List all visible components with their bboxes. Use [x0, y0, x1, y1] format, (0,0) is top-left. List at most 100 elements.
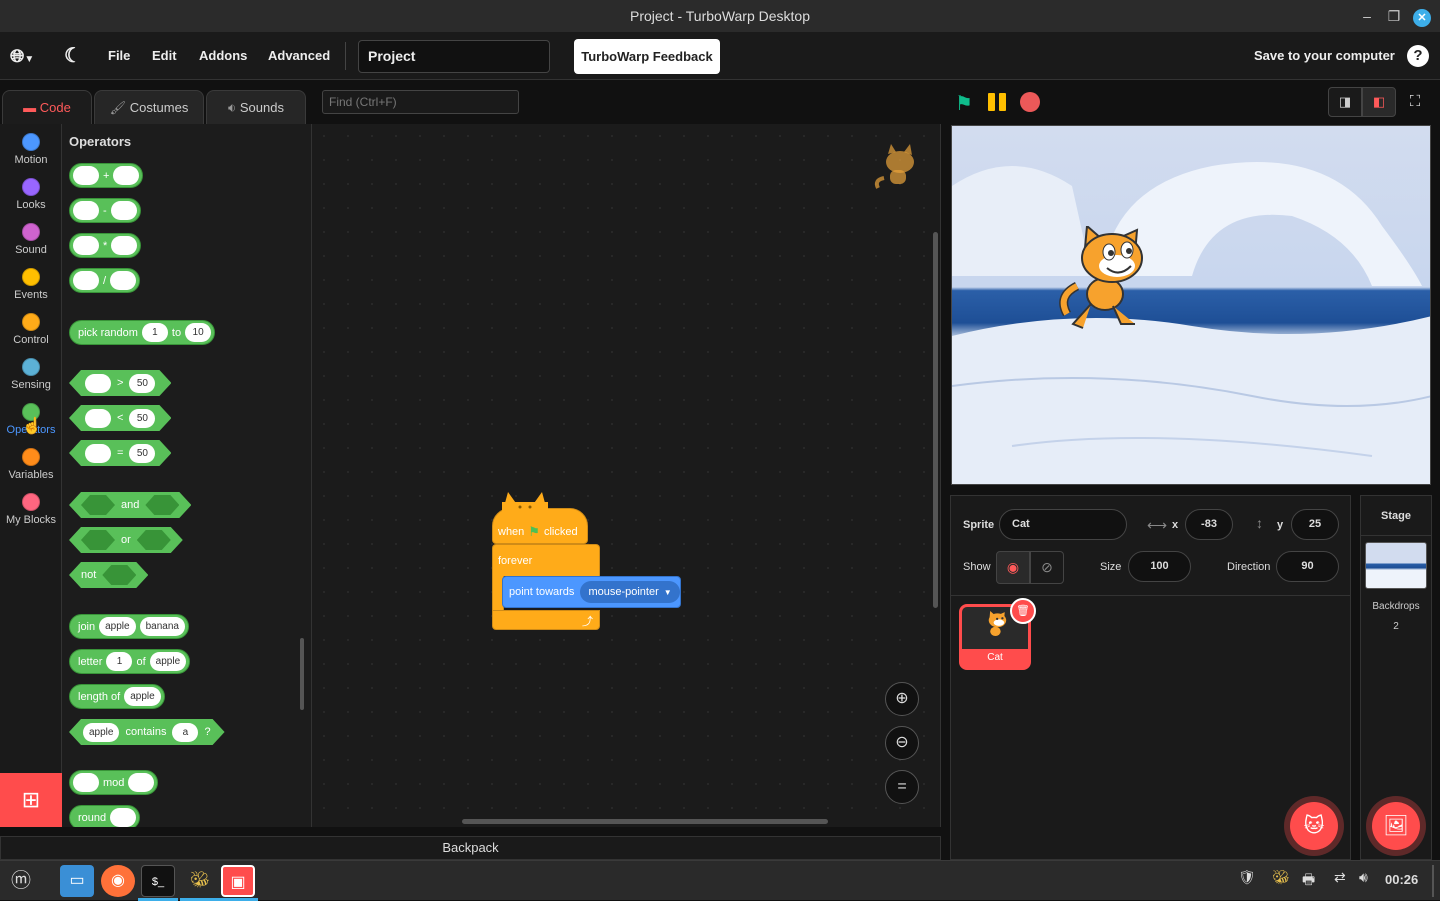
tab-code[interactable]: ▬ Code: [2, 90, 92, 128]
cat-app[interactable]: 🐝︎: [183, 865, 217, 897]
choose-backdrop-button[interactable]: 🖼︎: [1372, 802, 1420, 850]
add-extension-button[interactable]: ⊞: [0, 773, 62, 827]
slot[interactable]: banana: [139, 617, 185, 636]
slot[interactable]: 10: [185, 323, 212, 342]
category-control[interactable]: Control: [0, 304, 62, 349]
theme-toggle[interactable]: ☾: [64, 32, 82, 80]
slot[interactable]: 1: [141, 323, 168, 342]
slot[interactable]: [145, 495, 179, 515]
close-button[interactable]: ✕: [1408, 0, 1436, 32]
volume-icon[interactable]: 🔊︎: [1359, 869, 1368, 886]
slot[interactable]: [73, 271, 99, 290]
category-my-blocks[interactable]: My Blocks: [0, 484, 62, 529]
block-equals[interactable]: = 50: [69, 440, 171, 466]
tray-bee-icon[interactable]: 🐝︎: [1272, 869, 1290, 886]
slot[interactable]: [85, 409, 111, 428]
tab-costumes[interactable]: 🖌︎ Costumes: [94, 90, 204, 126]
slot[interactable]: [85, 374, 111, 393]
slot[interactable]: [137, 530, 171, 550]
menu-advanced[interactable]: Advanced: [268, 32, 330, 80]
menu-addons[interactable]: Addons: [199, 32, 247, 80]
slot[interactable]: [113, 166, 140, 185]
block-join[interactable]: join apple banana: [69, 614, 189, 639]
category-events[interactable]: Events: [0, 259, 62, 304]
block-add[interactable]: +: [69, 163, 144, 188]
block-or[interactable]: or: [69, 527, 183, 553]
y-input[interactable]: 25: [1291, 509, 1339, 540]
files-app[interactable]: ▭: [60, 865, 94, 897]
block-round[interactable]: round: [69, 805, 141, 827]
slot[interactable]: apple: [83, 723, 119, 742]
tab-sounds[interactable]: 🔉︎ Sounds: [206, 90, 306, 126]
slot[interactable]: [110, 808, 137, 827]
backpack-header[interactable]: Backpack: [0, 836, 941, 860]
zoom-out-button[interactable]: ⊖: [885, 726, 919, 760]
palette-scrollbar[interactable]: [300, 638, 304, 710]
language-menu[interactable]: 🌐︎▼: [10, 32, 34, 80]
slot[interactable]: [128, 773, 155, 792]
choose-sprite-button[interactable]: 🐱︎: [1290, 802, 1338, 850]
help-button[interactable]: ?: [1407, 45, 1429, 67]
slot[interactable]: [85, 444, 111, 463]
clock[interactable]: 00:26: [1385, 872, 1418, 887]
turbowarp-app[interactable]: ▣: [221, 865, 255, 897]
workspace-vertical-scrollbar[interactable]: [933, 232, 938, 608]
block-greater-than[interactable]: >50: [69, 370, 171, 396]
network-icon[interactable]: ⇄: [1334, 869, 1346, 886]
slot[interactable]: 50: [129, 409, 155, 428]
block-pick-random[interactable]: pick random 1 to 10: [69, 320, 216, 345]
printer-icon[interactable]: 🖶︎: [1302, 869, 1315, 893]
target-dropdown[interactable]: mouse-pointer ▼: [580, 581, 680, 603]
slot[interactable]: [73, 236, 99, 255]
category-looks[interactable]: Looks: [0, 169, 62, 214]
zoom-reset-button[interactable]: =: [885, 770, 919, 804]
slot[interactable]: [73, 201, 99, 220]
small-stage-button[interactable]: ◨: [1328, 87, 1362, 117]
slot[interactable]: [73, 166, 99, 185]
block-less-than[interactable]: <50: [69, 405, 171, 431]
size-input[interactable]: 100: [1128, 551, 1191, 582]
direction-input[interactable]: 90: [1276, 551, 1339, 582]
slot[interactable]: [111, 236, 138, 255]
block-and[interactable]: and: [69, 492, 191, 518]
slot[interactable]: [73, 773, 99, 792]
block-letter-of[interactable]: letter 1 of apple: [69, 649, 191, 674]
sprite-name-input[interactable]: Cat: [999, 509, 1127, 540]
category-motion[interactable]: Motion: [0, 124, 62, 169]
pause-icon[interactable]: [988, 93, 1008, 111]
maximize-icon[interactable]: ❐: [1380, 0, 1408, 32]
find-input[interactable]: Find (Ctrl+F): [322, 90, 519, 114]
stage-selector-pane[interactable]: Stage Backdrops 2 🖼︎: [1360, 495, 1432, 860]
normal-stage-button[interactable]: ◧: [1362, 87, 1396, 117]
code-workspace[interactable]: when ⚑ clicked forever ⤴ point towards m…: [312, 124, 941, 827]
menu-file[interactable]: File: [108, 32, 130, 80]
zoom-in-button[interactable]: ⊕: [885, 682, 919, 716]
terminal-app[interactable]: $_: [141, 865, 175, 897]
block-length-of[interactable]: length of apple: [69, 684, 165, 709]
slot[interactable]: [81, 530, 115, 550]
green-flag-icon[interactable]: ⚑: [955, 91, 973, 116]
show-desktop-button[interactable]: [1432, 865, 1434, 897]
block-subtract[interactable]: -: [69, 198, 141, 223]
category-sensing[interactable]: Sensing: [0, 349, 62, 394]
block-divide[interactable]: /: [69, 268, 141, 293]
minimize-icon[interactable]: –: [1353, 0, 1381, 32]
project-title-input[interactable]: Project: [358, 40, 550, 73]
slot[interactable]: 50: [129, 374, 155, 393]
slot[interactable]: apple: [124, 687, 161, 706]
start-menu-button[interactable]: ⓜ: [4, 865, 38, 897]
block-mod[interactable]: mod: [69, 770, 159, 795]
slot[interactable]: 1: [106, 652, 133, 671]
stage-canvas[interactable]: [951, 125, 1431, 485]
show-sprite-button[interactable]: ◉: [996, 551, 1030, 584]
x-input[interactable]: -83: [1185, 509, 1233, 540]
slot[interactable]: [110, 201, 137, 220]
slot[interactable]: [81, 495, 115, 515]
cat-sprite[interactable]: [1057, 226, 1157, 336]
slot[interactable]: [102, 565, 136, 585]
slot[interactable]: a: [172, 723, 198, 742]
menu-edit[interactable]: Edit: [152, 32, 177, 80]
shield-icon[interactable]: 🛡︎: [1238, 869, 1256, 886]
slot[interactable]: 50: [129, 444, 155, 463]
block-point-towards[interactable]: point towards mouse-pointer ▼: [502, 576, 681, 608]
